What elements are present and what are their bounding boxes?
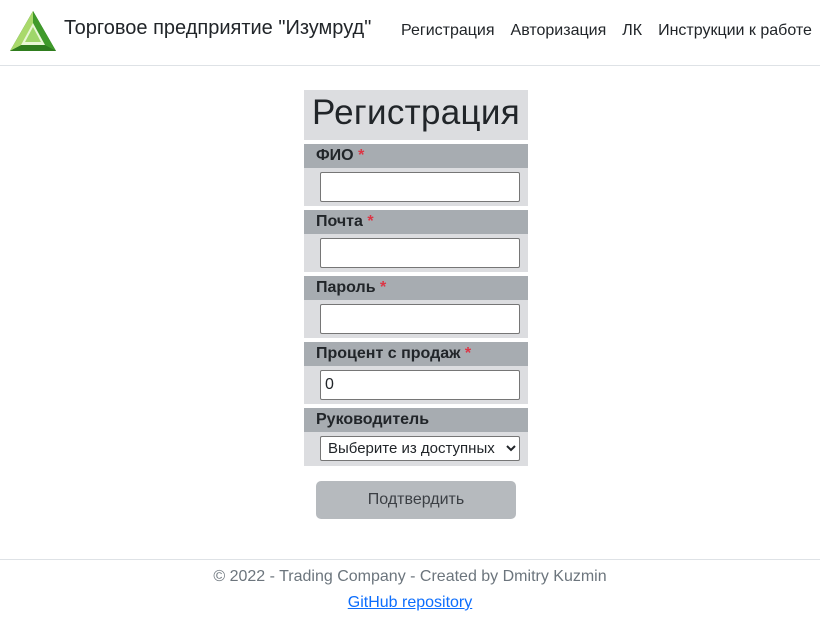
submit-button[interactable]: Подтвердить	[316, 481, 516, 519]
brand-link[interactable]: Торговое предприятие "Изумруд"	[64, 17, 371, 40]
navbar: Торговое предприятие "Изумруд" Регистрац…	[0, 0, 820, 66]
copyright-text: © 2022 - Trading Company - Created by Dm…	[213, 568, 607, 585]
fullname-label: ФИО	[316, 147, 354, 164]
required-marker: *	[380, 279, 387, 296]
field-password: Пароль *	[304, 276, 528, 338]
required-marker: *	[464, 345, 472, 362]
github-repository-link[interactable]: GitHub repository	[348, 594, 473, 612]
emerald-triangle-logo-icon[interactable]	[8, 9, 58, 53]
registration-form: Регистрация ФИО * Почта * Пароль * Проце…	[304, 90, 528, 466]
fullname-input[interactable]	[320, 172, 520, 202]
field-sales-percent: Процент с продаж *	[304, 342, 528, 404]
sales-percent-input[interactable]	[320, 370, 520, 400]
nav-register[interactable]: Регистрация	[401, 22, 495, 40]
nav-instructions[interactable]: Инструкции к работе	[658, 22, 812, 40]
form-title: Регистрация	[304, 90, 528, 140]
password-input[interactable]	[320, 304, 520, 334]
manager-label: Руководитель	[316, 411, 430, 428]
field-email: Почта *	[304, 210, 528, 272]
field-manager: Руководитель Выберите из доступных	[304, 408, 528, 466]
footer: © 2022 - Trading Company - Created by Dm…	[0, 559, 820, 621]
password-label: Пароль	[316, 279, 376, 296]
sales-percent-label: Процент с продаж	[316, 345, 461, 362]
manager-select[interactable]: Выберите из доступных	[320, 436, 520, 461]
required-marker: *	[367, 213, 374, 230]
email-input[interactable]	[320, 238, 520, 268]
nav-login[interactable]: Авторизация	[511, 22, 607, 40]
field-fullname: ФИО *	[304, 144, 528, 206]
email-label: Почта	[316, 213, 363, 230]
main-nav: Регистрация Авторизация ЛК Инструкции к …	[401, 22, 812, 40]
required-marker: *	[358, 147, 365, 164]
nav-account[interactable]: ЛК	[622, 22, 642, 40]
